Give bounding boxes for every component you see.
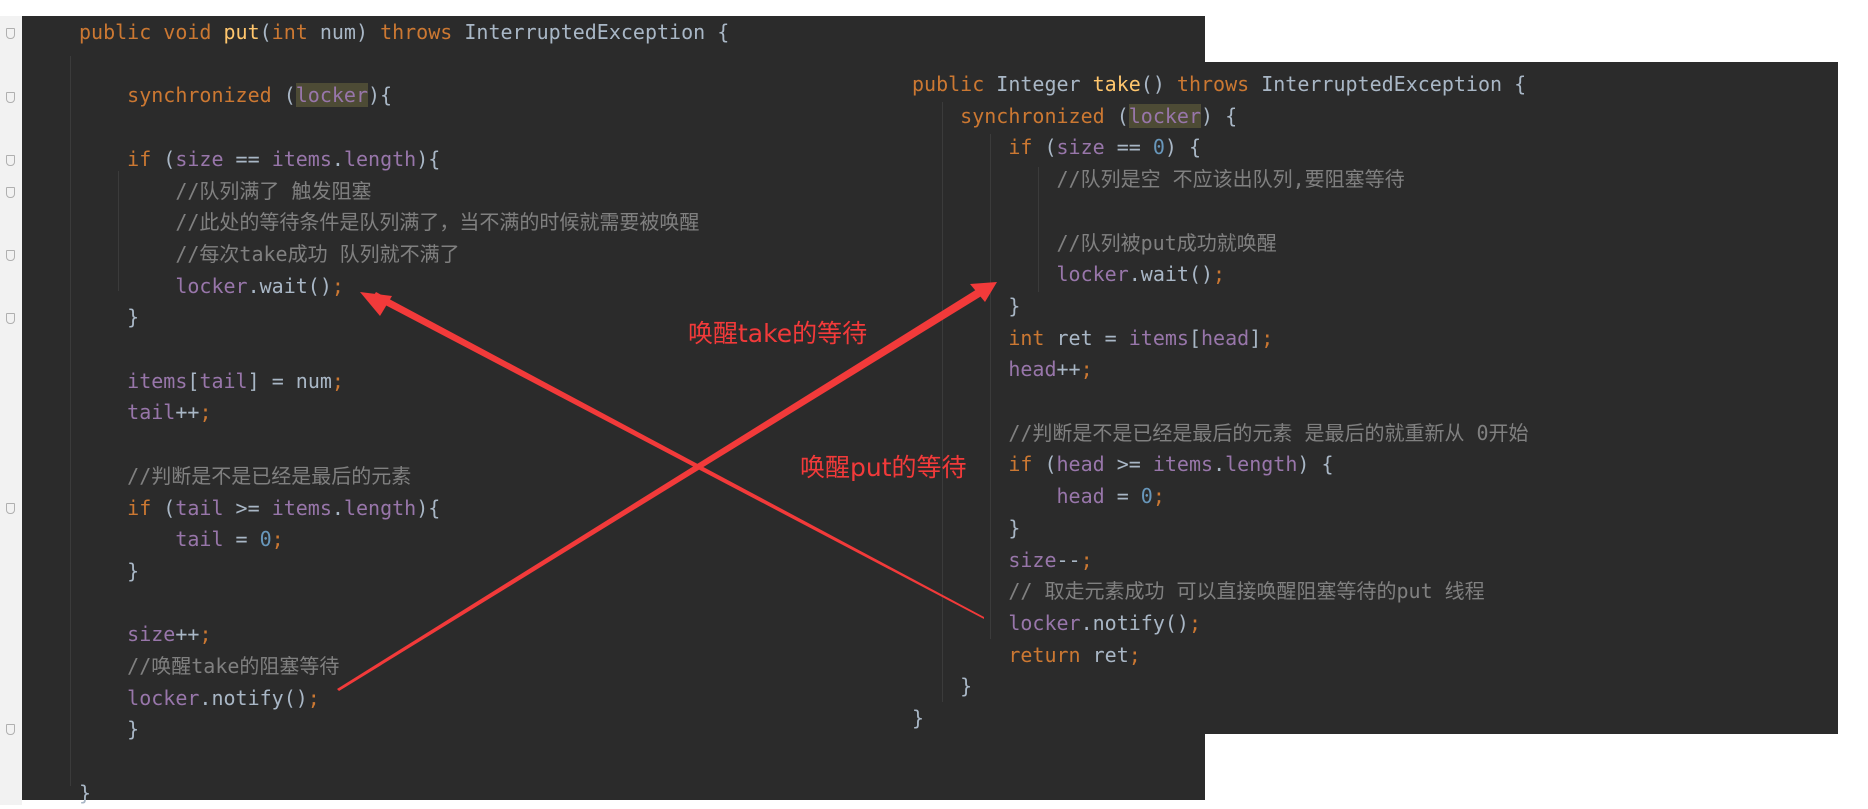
annotation-wake-put: 唤醒put的等待 bbox=[800, 453, 967, 482]
annotation-arrows bbox=[337, 282, 997, 691]
arrow-notify-to-take-wait bbox=[337, 286, 988, 691]
annotation-wake-take: 唤醒take的等待 bbox=[688, 319, 868, 348]
